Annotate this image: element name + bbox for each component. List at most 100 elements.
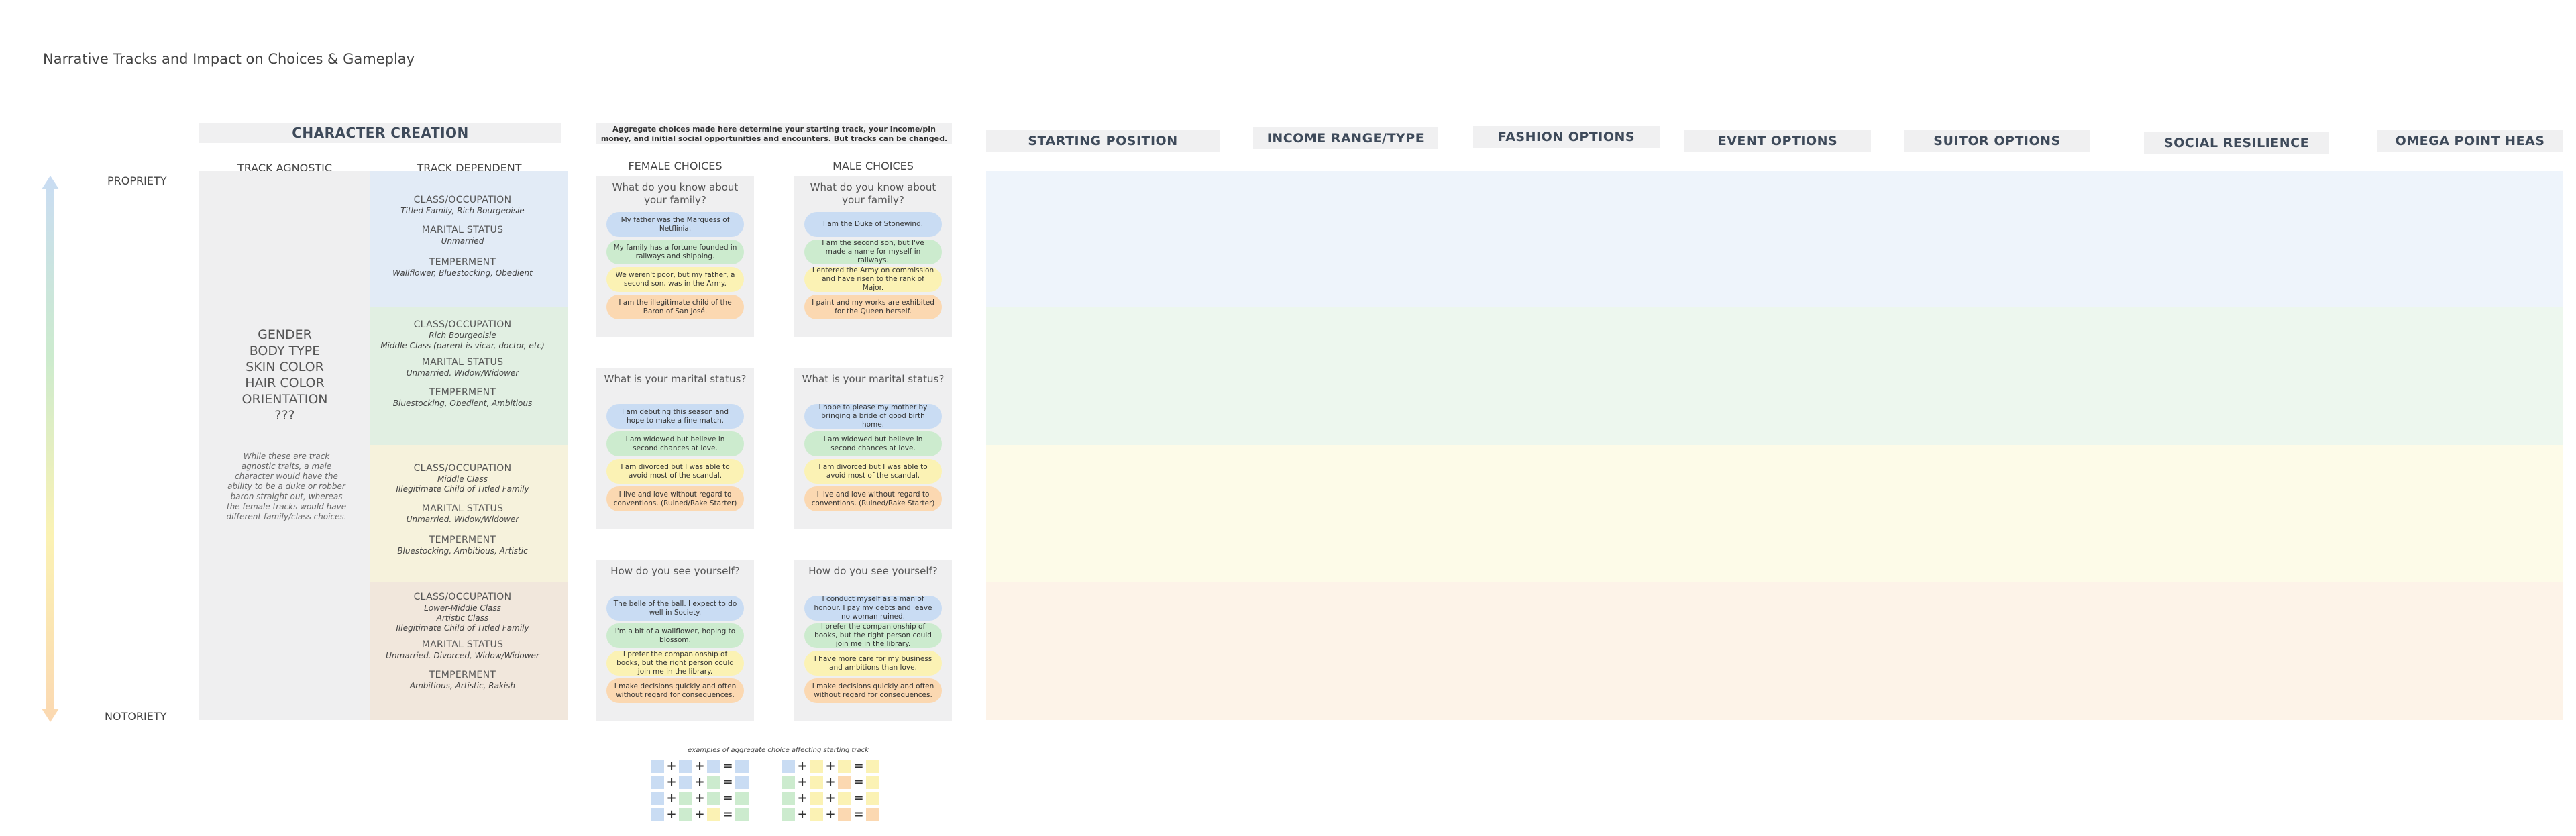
- example-operator: =: [853, 791, 864, 805]
- answer-choice[interactable]: I live and love without regard to conven…: [804, 486, 942, 511]
- example-operator: =: [722, 775, 733, 789]
- female-choices-label: FEMALE CHOICES: [628, 160, 722, 172]
- answer-choice[interactable]: I am debuting this season and hope to ma…: [606, 404, 744, 429]
- example-operator: +: [666, 791, 677, 805]
- answer-choice[interactable]: I paint and my works are exhibited for t…: [804, 295, 942, 319]
- answer-choice[interactable]: I prefer the companionship of books, but…: [804, 623, 942, 648]
- example-operator: +: [694, 791, 705, 805]
- class-label: CLASS/OCCUPATION: [413, 319, 512, 330]
- question-text: What is your marital status?: [604, 373, 747, 385]
- example-operator: +: [694, 775, 705, 789]
- answer-choice[interactable]: I'm a bit of a wallflower, hoping to blo…: [606, 623, 744, 648]
- question-text: What is your marital status?: [802, 373, 945, 385]
- answer-choice[interactable]: I entered the Army on commission and hav…: [804, 266, 942, 292]
- example-operator: +: [825, 791, 836, 805]
- column-header-event-options: EVENT OPTIONS: [1684, 130, 1871, 152]
- example-operator: +: [797, 807, 808, 821]
- class-value: Middle Class Illegitimate Child of Title…: [396, 474, 529, 494]
- temperament-value: Ambitious, Artistic, Rakish: [409, 681, 516, 690]
- example-operator: =: [853, 807, 864, 821]
- example-square: [735, 760, 749, 773]
- agnostic-trait: BODY TYPE: [249, 344, 321, 358]
- example-square: [735, 776, 749, 789]
- example-square: [810, 760, 823, 773]
- answer-choice[interactable]: The belle of the ball. I expect to do we…: [606, 596, 744, 621]
- example-operator: =: [853, 759, 864, 773]
- class-value: Rich Bourgeoisie Middle Class (parent is…: [380, 331, 545, 350]
- temperament-value: Bluestocking, Obedient, Ambitious: [392, 399, 533, 408]
- question-text: How do you see yourself?: [610, 565, 740, 577]
- example-square: [838, 792, 851, 805]
- outcome-band-propriety: [986, 171, 2563, 307]
- temperament-label: TEMPERMENT: [429, 257, 496, 268]
- class-value: Titled Family, Rich Bourgeoisie: [400, 206, 525, 215]
- answer-choice[interactable]: I make decisions quickly and often witho…: [606, 678, 744, 703]
- page-title: Narrative Tracks and Impact on Choices &…: [43, 51, 415, 67]
- marital-label: MARITAL STATUS: [421, 357, 504, 368]
- example-square: [679, 792, 692, 805]
- axis-top-label: PROPRIETY: [107, 174, 167, 187]
- example-operator: +: [666, 775, 677, 789]
- answer-choice[interactable]: I am the Duke of Stonewind.: [804, 212, 942, 237]
- answer-choice[interactable]: I am widowed but believe in second chanc…: [804, 431, 942, 456]
- example-operator: +: [694, 807, 705, 821]
- marital-value: Unmarried: [441, 236, 484, 246]
- agnostic-trait: HAIR COLOR: [245, 376, 325, 390]
- marital-label: MARITAL STATUS: [421, 639, 504, 650]
- example-operator: =: [722, 759, 733, 773]
- example-square: [782, 808, 795, 821]
- track-agnostic-column: [199, 171, 370, 720]
- example-operator: =: [722, 807, 733, 821]
- column-header-suitor-options: SUITOR OPTIONS: [1904, 130, 2090, 152]
- example-operator: +: [666, 807, 677, 821]
- answer-choice[interactable]: I am widowed but believe in second chanc…: [606, 431, 744, 456]
- track-3: CLASS/OCCUPATION Middle Class Illegitima…: [370, 462, 555, 556]
- example-square: [651, 808, 664, 821]
- answer-choice[interactable]: I am the second son, but I've made a nam…: [804, 239, 942, 264]
- answer-choice[interactable]: We weren't poor, but my father, a second…: [606, 267, 744, 292]
- column-header-omega-point-heas: OMEGA POINT HEAS: [2377, 130, 2563, 152]
- answer-choice[interactable]: I am the illegitimate child of the Baron…: [606, 295, 744, 319]
- agnostic-trait: ???: [274, 408, 295, 423]
- answer-choice[interactable]: I have more care for my business and amb…: [804, 651, 942, 676]
- answer-choice[interactable]: My father was the Marquess of Netflinia.: [606, 212, 744, 237]
- example-square: [651, 760, 664, 773]
- example-square: [838, 760, 851, 773]
- answer-choice[interactable]: My family has a fortune founded in railw…: [606, 240, 744, 264]
- class-value: Lower-Middle Class Artistic Class Illegi…: [396, 603, 529, 633]
- example-square: [707, 760, 720, 773]
- marital-label: MARITAL STATUS: [421, 225, 504, 236]
- column-header-income-range-type: INCOME RANGE/TYPE: [1253, 127, 1438, 149]
- marital-value: Unmarried. Divorced, Widow/Widower: [386, 651, 539, 660]
- class-label: CLASS/OCCUPATION: [413, 195, 512, 205]
- example-square: [810, 808, 823, 821]
- example-square: [782, 776, 795, 789]
- outcome-band-notoriety: [986, 582, 2563, 720]
- example-square: [866, 760, 879, 773]
- example-square: [810, 792, 823, 805]
- example-square: [651, 792, 664, 805]
- answer-choice[interactable]: I conduct myself as a man of honour. I p…: [804, 595, 942, 621]
- propriety-notoriety-arrow: [42, 176, 59, 722]
- example-operator: +: [825, 807, 836, 821]
- outcome-band-2: [986, 307, 2563, 445]
- agnostic-note: While these are track agnostic traits, a…: [226, 452, 347, 521]
- question-text: What do you know about your family?: [810, 181, 936, 206]
- marital-label: MARITAL STATUS: [421, 503, 504, 514]
- column-header-fashion-options: FASHION OPTIONS: [1473, 126, 1660, 148]
- agnostic-trait: ORIENTATION: [241, 392, 328, 407]
- answer-choice[interactable]: I am divorced but I was able to avoid mo…: [804, 459, 942, 484]
- example-square: [866, 776, 879, 789]
- example-square: [679, 760, 692, 773]
- example-square: [866, 792, 879, 805]
- answer-choice[interactable]: I hope to please my mother by bringing a…: [804, 403, 942, 429]
- example-operator: =: [853, 775, 864, 789]
- answer-choice[interactable]: I live and love without regard to conven…: [606, 486, 744, 511]
- answer-choice[interactable]: I am divorced but I was able to avoid mo…: [606, 459, 744, 484]
- class-label: CLASS/OCCUPATION: [413, 463, 512, 474]
- question-text: What do you know about your family?: [612, 181, 739, 206]
- answer-choice[interactable]: I make decisions quickly and often witho…: [804, 678, 942, 703]
- example-square: [838, 776, 851, 789]
- answer-choice[interactable]: I prefer the companionship of books, but…: [606, 650, 744, 676]
- column-header-social-resilience: SOCIAL RESILIENCE: [2144, 132, 2329, 154]
